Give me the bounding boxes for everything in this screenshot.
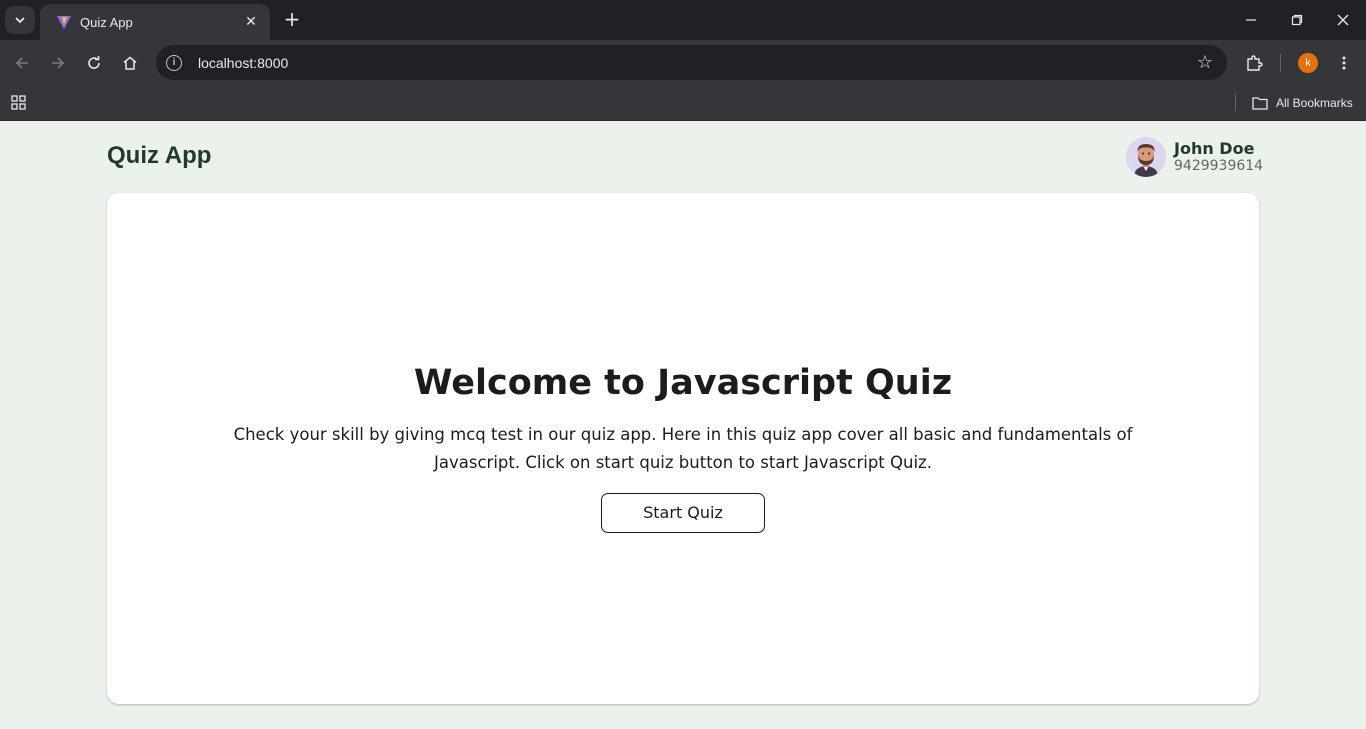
all-bookmarks-button[interactable]: All Bookmarks [1252, 93, 1353, 113]
minimize-icon [1246, 19, 1256, 21]
back-button[interactable] [9, 50, 35, 76]
new-tab-button[interactable]: + [280, 8, 304, 32]
minimize-button[interactable] [1228, 0, 1274, 40]
vite-logo-icon [57, 16, 71, 29]
reload-button[interactable] [81, 50, 107, 76]
restore-icon [1291, 14, 1303, 26]
folder-icon [1252, 97, 1268, 110]
forward-button[interactable] [45, 50, 71, 76]
bookmark-star-icon[interactable]: ☆ [1197, 52, 1213, 73]
home-icon [123, 56, 137, 70]
close-icon [1337, 14, 1349, 26]
reload-icon [88, 56, 100, 69]
welcome-description: Check your skill by giving mcq test in o… [233, 425, 1133, 472]
close-window-button[interactable] [1320, 0, 1366, 40]
home-button[interactable] [117, 50, 143, 76]
bookmarks-divider [1235, 93, 1236, 111]
page-content: Quiz App John Doe 9429939614 Welcome to … [0, 121, 1366, 729]
chevron-down-icon [15, 17, 25, 24]
url-text[interactable]: localhost:8000 [198, 55, 1197, 71]
browser-tab-bar: Quiz App ✕ + [0, 0, 1366, 40]
menu-button[interactable] [1331, 50, 1357, 76]
browser-toolbar: i localhost:8000 ☆ k [0, 40, 1366, 86]
user-avatar-icon [1126, 137, 1166, 177]
user-info: John Doe 9429939614 [1174, 139, 1264, 175]
site-info-icon[interactable]: i [166, 54, 182, 71]
profile-avatar[interactable]: k [1298, 53, 1318, 73]
apps-grid-icon[interactable] [11, 94, 27, 114]
user-profile: John Doe 9429939614 [1126, 137, 1263, 177]
restore-button[interactable] [1274, 0, 1320, 40]
user-name: John Doe [1174, 139, 1255, 158]
app-title: Quiz App [107, 142, 212, 169]
address-bar[interactable]: i localhost:8000 ☆ [156, 45, 1227, 80]
toolbar-divider [1280, 54, 1281, 72]
start-quiz-button[interactable]: Start Quiz [601, 493, 765, 533]
user-phone: 9429939614 [1174, 158, 1264, 174]
extensions-button[interactable] [1241, 50, 1267, 76]
browser-tab[interactable]: Quiz App ✕ [40, 4, 270, 40]
close-tab-icon[interactable]: ✕ [242, 14, 260, 30]
back-arrow-icon [15, 57, 28, 69]
welcome-card: Welcome to Javascript Quiz Check your sk… [107, 193, 1259, 704]
all-bookmarks-label: All Bookmarks [1276, 96, 1353, 110]
tab-title: Quiz App [80, 14, 133, 30]
forward-arrow-icon [52, 57, 65, 69]
welcome-headline: Welcome to Javascript Quiz [413, 363, 953, 403]
puzzle-icon [1247, 55, 1263, 71]
tab-search-button[interactable] [5, 6, 35, 34]
avatar [1126, 137, 1166, 177]
kebab-menu-icon [1342, 56, 1346, 70]
bookmarks-bar: All Bookmarks [0, 86, 1366, 121]
